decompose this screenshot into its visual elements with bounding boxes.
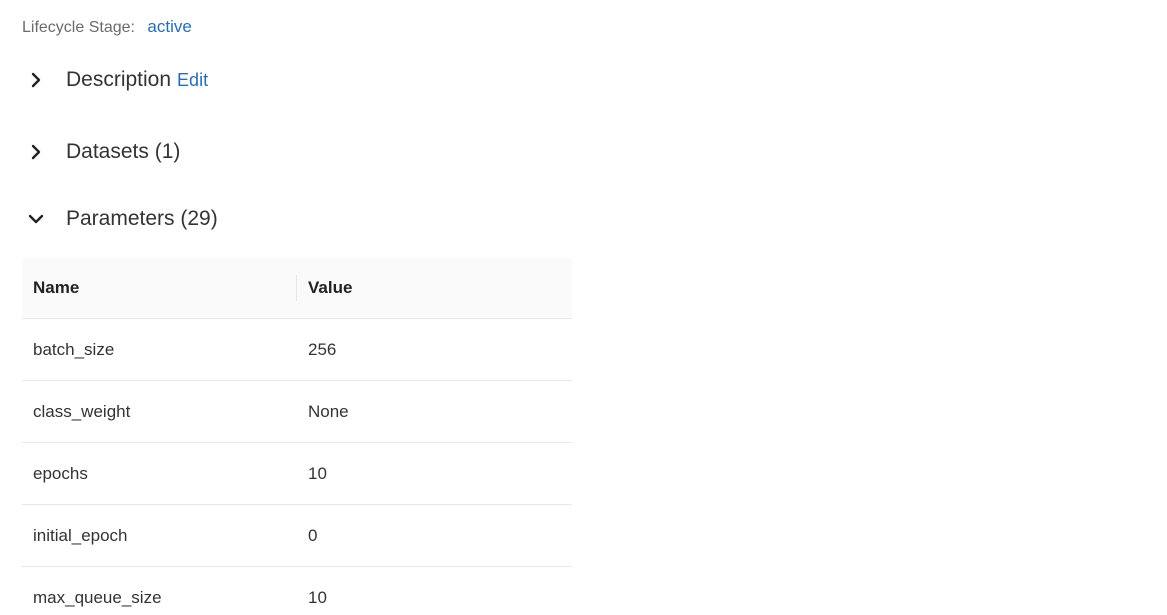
param-value: None (308, 401, 349, 421)
column-divider[interactable] (296, 275, 297, 301)
param-value: 0 (308, 525, 318, 545)
param-value: 10 (308, 587, 327, 607)
datasets-section-header[interactable]: Datasets (1) (22, 136, 180, 168)
table-row: initial_epoch 0 (22, 505, 572, 567)
column-header-name[interactable]: Name (33, 278, 79, 298)
param-name: epochs (33, 463, 88, 483)
param-name: batch_size (33, 339, 115, 359)
chevron-right-icon[interactable] (22, 66, 50, 94)
lifecycle-stage: Lifecycle Stage: active (22, 16, 192, 39)
parameters-title: Parameters (29) (66, 207, 218, 230)
chevron-right-icon[interactable] (22, 138, 50, 166)
param-name: max_queue_size (33, 587, 162, 607)
parameters-table: Name Value batch_size 256 class_weight N… (22, 258, 572, 615)
description-section-header[interactable]: Description Edit (22, 64, 208, 96)
table-header: Name Value (22, 258, 572, 319)
run-details-page: Lifecycle Stage: active Description Edit… (0, 0, 1167, 615)
param-value: 256 (308, 339, 337, 359)
table-row: max_queue_size 10 (22, 567, 572, 615)
lifecycle-stage-value: active (147, 17, 192, 36)
parameters-section-header[interactable]: Parameters (29) (22, 203, 218, 235)
table-row: epochs 10 (22, 443, 572, 505)
param-value: 10 (308, 463, 327, 483)
chevron-down-icon[interactable] (22, 205, 50, 233)
description-edit-link[interactable]: Edit (177, 70, 208, 91)
table-row: class_weight None (22, 381, 572, 443)
lifecycle-stage-label: Lifecycle Stage: (22, 19, 135, 36)
description-title: Description (66, 68, 172, 91)
param-name: initial_epoch (33, 525, 128, 545)
param-name: class_weight (33, 401, 131, 421)
table-row: batch_size 256 (22, 319, 572, 381)
datasets-title: Datasets (1) (66, 140, 181, 163)
column-header-value[interactable]: Value (308, 278, 352, 298)
